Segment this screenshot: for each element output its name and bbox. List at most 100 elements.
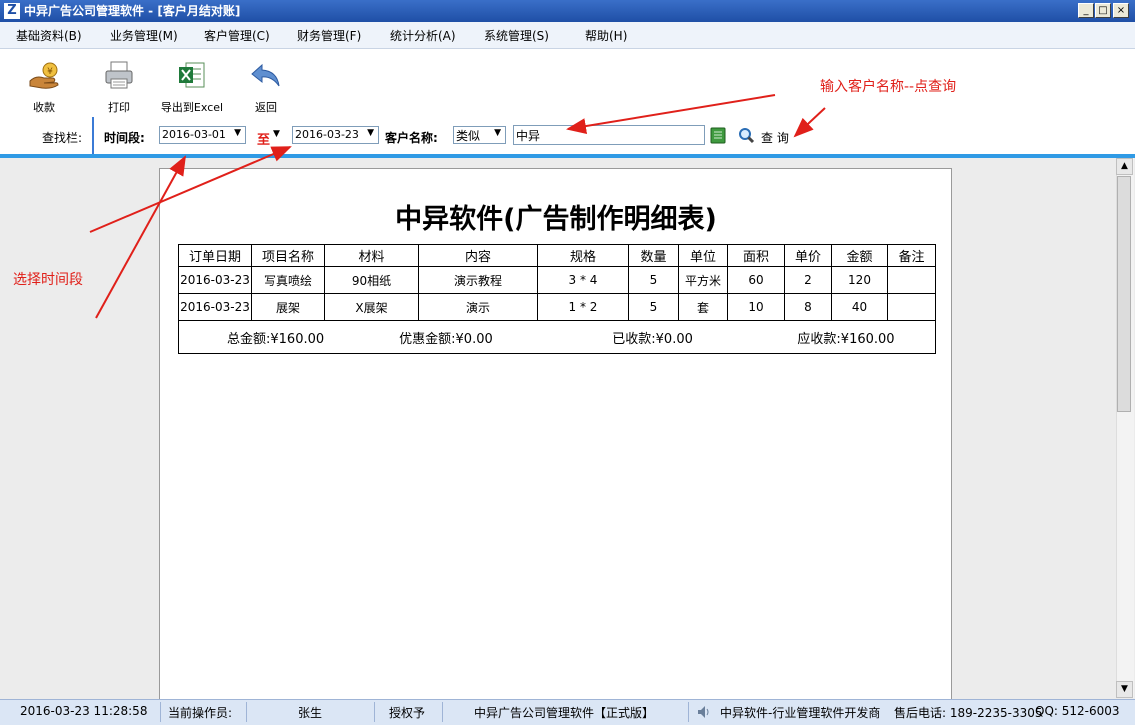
cell-remark: [887, 293, 936, 321]
cell-order-date: 2016-03-23: [178, 266, 252, 294]
receivable-amount: 应收款:¥160.00: [797, 331, 895, 347]
scrollbar-thumb[interactable]: [1117, 176, 1131, 412]
cell-material: 90相纸: [324, 266, 419, 294]
search-icon: [739, 128, 755, 144]
cell-order-date: 2016-03-23: [178, 293, 252, 321]
toolbar: ¥ 收款 打印 导出到Excel 返回: [0, 49, 1135, 117]
menu-statistics[interactable]: 统计分析(A): [390, 27, 456, 44]
column-header: 单价: [784, 244, 832, 267]
detail-table: 订单日期 项目名称 材料 内容 规格 数量 单位 面积 单价 金额 备注 201…: [178, 244, 936, 354]
start-date-picker[interactable]: 2016-03-01 ▼: [159, 126, 246, 144]
scroll-down-button[interactable]: ▼: [1116, 681, 1133, 698]
title-bar: Z 中异广告公司管理软件 - [客户月结对账] _ □ ×: [0, 0, 1135, 22]
money-hand-icon: ¥: [29, 62, 59, 89]
cell-content: 演示教程: [418, 266, 538, 294]
status-datetime: 2016-03-23 11:28:58: [20, 704, 148, 718]
menu-finance[interactable]: 财务管理(F): [297, 27, 361, 44]
chevron-down-icon: ▼: [367, 128, 374, 138]
back-arrow-icon: [251, 63, 280, 87]
speaker-icon: [698, 706, 709, 718]
menu-customer[interactable]: 客户管理(C): [204, 27, 270, 44]
total-amount: 总金额:¥160.00: [227, 331, 325, 347]
report-title: 中异软件(广告制作明细表): [395, 204, 717, 235]
cell-content: 演示: [418, 293, 538, 321]
chevron-down-icon[interactable]: ▼: [273, 129, 280, 139]
address-book-icon[interactable]: [710, 127, 726, 144]
table-row: 2016-03-23 写真喷绘 90相纸 演示教程 3 * 4 5 平方米 60…: [178, 266, 936, 294]
cell-area: 10: [727, 293, 785, 321]
annotation-customer-hint: 输入客户名称--点查询: [820, 79, 957, 95]
collect-label: 收款: [33, 101, 55, 114]
scroll-up-button[interactable]: ▲: [1116, 158, 1133, 175]
end-date-picker[interactable]: 2016-03-23 ▼: [292, 126, 379, 144]
status-separator: [246, 702, 247, 722]
cell-unit: 平方米: [678, 266, 728, 294]
column-header: 面积: [727, 244, 785, 267]
annotation-time-hint: 选择时间段: [13, 272, 83, 288]
received-amount: 已收款:¥0.00: [612, 331, 693, 347]
status-separator: [688, 702, 689, 722]
customer-name-input[interactable]: 中异: [513, 125, 705, 145]
status-edition: 中异广告公司管理软件【正式版】: [474, 706, 655, 720]
discount-amount: 优惠金额:¥0.00: [399, 331, 493, 347]
back-button[interactable]: 返回: [231, 55, 301, 115]
column-header: 订单日期: [178, 244, 252, 267]
cell-project-name: 展架: [251, 293, 325, 321]
cell-quantity: 5: [628, 266, 679, 294]
excel-icon: [179, 62, 205, 88]
to-label: 至: [257, 133, 271, 148]
status-bar: 2016-03-23 11:28:58 当前操作员: 张生 授权予 中异广告公司…: [0, 699, 1135, 725]
restore-button[interactable]: □: [1095, 3, 1111, 18]
cell-unit-price: 8: [784, 293, 832, 321]
collect-button[interactable]: ¥ 收款: [9, 55, 79, 115]
column-header: 备注: [887, 244, 936, 267]
column-header: 材料: [324, 244, 419, 267]
cell-area: 60: [727, 266, 785, 294]
menu-bar: 基础资料(B) 业务管理(M) 客户管理(C) 财务管理(F) 统计分析(A) …: [0, 22, 1135, 49]
search-bar-label: 查找栏:: [42, 131, 83, 145]
menu-business[interactable]: 业务管理(M): [110, 27, 178, 44]
cell-quantity: 5: [628, 293, 679, 321]
status-qq: QQ: 512-6003: [1035, 704, 1120, 718]
column-header: 规格: [537, 244, 629, 267]
app-icon: Z: [4, 3, 20, 19]
column-header: 项目名称: [251, 244, 325, 267]
status-separator: [374, 702, 375, 722]
menu-help[interactable]: 帮助(H): [585, 27, 627, 44]
start-date-value: 2016-03-01: [162, 128, 226, 141]
minimize-button[interactable]: _: [1078, 3, 1094, 18]
customer-name-label: 客户名称:: [385, 131, 438, 145]
customer-name-value: 中异: [516, 129, 541, 143]
cell-spec: 3 * 4: [537, 266, 629, 294]
match-mode-select[interactable]: 类似 ▼: [453, 126, 506, 144]
cell-unit-price: 2: [784, 266, 832, 294]
column-header: 数量: [628, 244, 679, 267]
query-label: 查 询: [761, 131, 789, 145]
period-label: 时间段:: [104, 131, 145, 145]
cell-amount: 120: [831, 266, 888, 294]
cell-remark: [887, 266, 936, 294]
close-button[interactable]: ×: [1113, 3, 1129, 18]
column-header: 内容: [418, 244, 538, 267]
chevron-down-icon: ▼: [234, 128, 241, 138]
status-separator: [442, 702, 443, 722]
export-excel-button[interactable]: 导出到Excel: [157, 55, 227, 115]
status-license: 授权予: [389, 706, 426, 720]
cell-material: X展架: [324, 293, 419, 321]
cell-amount: 40: [831, 293, 888, 321]
status-separator: [160, 702, 161, 722]
column-header: 金额: [831, 244, 888, 267]
search-bar-separator: [92, 117, 94, 154]
export-excel-label: 导出到Excel: [160, 101, 224, 114]
menu-basic-data[interactable]: 基础资料(B): [16, 27, 82, 44]
summary-row: 总金额:¥160.00 优惠金额:¥0.00 已收款:¥0.00 应收款:¥16…: [178, 320, 936, 354]
printer-icon: [105, 61, 133, 89]
print-button[interactable]: 打印: [84, 55, 154, 115]
menu-system[interactable]: 系统管理(S): [484, 27, 549, 44]
print-label: 打印: [108, 101, 130, 114]
status-phone: 售后电话: 189-2235-3305: [894, 706, 1043, 720]
status-vendor: 中异软件-行业管理软件开发商: [720, 706, 881, 720]
search-bar: 查找栏: 时间段: 2016-03-01 ▼ 至 ▼ 2016-03-23 ▼ …: [0, 117, 1135, 154]
back-label: 返回: [255, 101, 277, 114]
cell-spec: 1 * 2: [537, 293, 629, 321]
